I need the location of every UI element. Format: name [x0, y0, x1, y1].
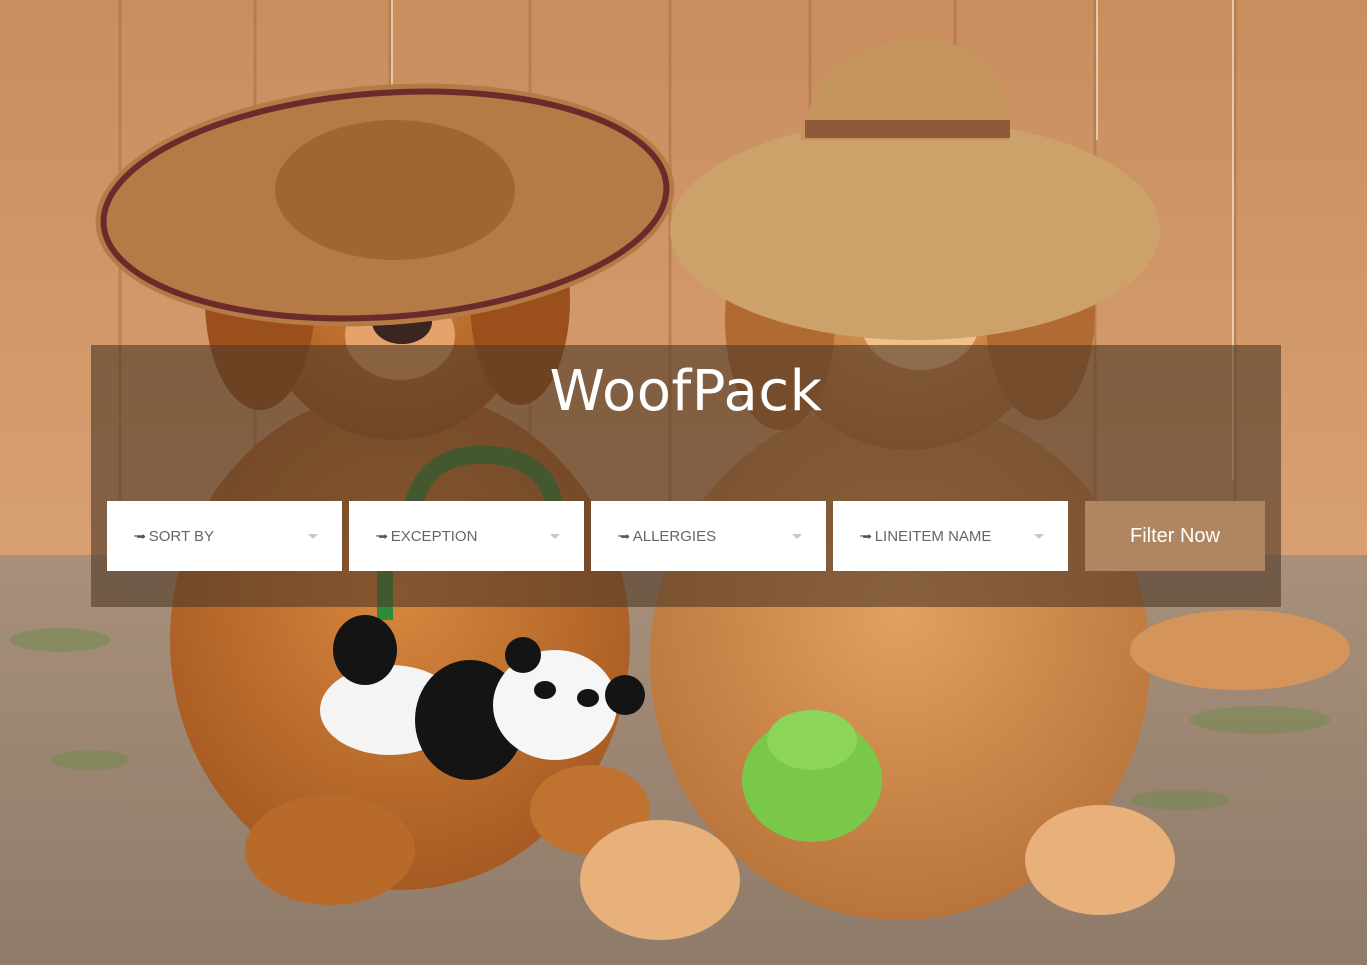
- exception-select[interactable]: ⁃➡ EXCEPTION: [349, 501, 584, 571]
- chevron-down-icon: [1034, 533, 1044, 539]
- allergies-select[interactable]: ⁃➡ ALLERGIES: [591, 501, 826, 571]
- lineitem-name-label: LINEITEM NAME: [874, 527, 992, 545]
- arrow-right-icon: ⁃➡: [617, 530, 630, 543]
- filter-panel: WoofPack ⁃➡ SORT BY ⁃➡ EXCEPTION ⁃➡ ALLE…: [91, 345, 1281, 607]
- hero-section: WoofPack ⁃➡ SORT BY ⁃➡ EXCEPTION ⁃➡ ALLE…: [0, 0, 1367, 965]
- arrow-right-icon: ⁃➡: [859, 530, 872, 543]
- chevron-down-icon: [308, 533, 318, 539]
- arrow-right-icon: ⁃➡: [133, 530, 146, 543]
- arrow-right-icon: ⁃➡: [375, 530, 388, 543]
- sort-by-label: SORT BY: [148, 527, 215, 545]
- chevron-down-icon: [792, 533, 802, 539]
- filter-now-button[interactable]: Filter Now: [1085, 501, 1265, 571]
- lineitem-name-select[interactable]: ⁃➡ LINEITEM NAME: [833, 501, 1068, 571]
- brand-title: WoofPack: [549, 359, 823, 424]
- sort-by-select[interactable]: ⁃➡ SORT BY: [107, 501, 342, 571]
- chevron-down-icon: [550, 533, 560, 539]
- exception-label: EXCEPTION: [390, 527, 478, 545]
- allergies-label: ALLERGIES: [632, 527, 717, 545]
